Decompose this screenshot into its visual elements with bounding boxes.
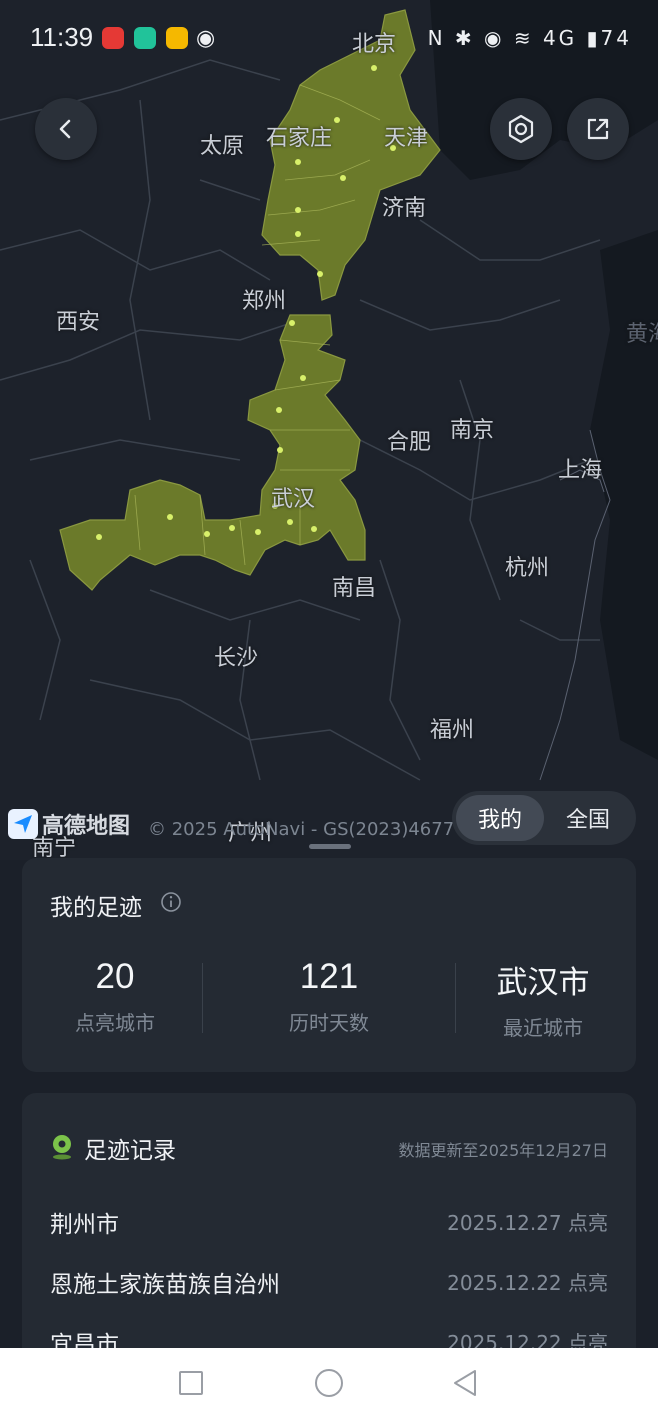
stat-value: 武汉市 [496,965,590,1001]
logo-text: 高德地图 [42,814,131,839]
drag-handle[interactable] [309,844,351,849]
city-label: 西安 [56,310,101,335]
share-icon [587,118,609,140]
city-label: 南昌 [332,576,377,601]
divider [202,963,203,1033]
summary-title: 我的足迹 [50,895,142,921]
stat-days: 121 历时天数 [229,957,429,1036]
city-label: 长沙 [214,646,259,671]
city-label: 合肥 [387,430,432,455]
stat-value: 20 [95,957,135,996]
status-time: 11:39 [30,22,94,52]
records-title: 足迹记录 [84,1138,176,1164]
scope-toggle: 我的 全国 [452,791,636,845]
app-notification-icon [166,27,188,49]
list-item[interactable]: 荆州市 2025.12.27 点亮 [22,1205,636,1265]
records-card: 足迹记录 数据更新至2025年12月27日 荆州市 2025.12.27 点亮 … [22,1093,636,1383]
city-label: 福州 [430,718,475,743]
stat-label: 历时天数 [289,1011,369,1035]
system-nav-bar [0,1348,658,1416]
chevron-left-icon [59,119,71,139]
city-label: 南京 [450,418,495,443]
record-city: 恩施土家族苗族自治州 [50,1272,280,1298]
records-updated: 数据更新至2025年12月27日 [398,1141,608,1160]
status-bar: 11:39 ◉ N ✱ ◉ ≋ 4G ▮74 [0,20,658,60]
recents-square-icon[interactable] [178,1370,204,1396]
app-notification-icon [134,27,156,49]
status-icons: N ✱ ◉ ≋ 4G ▮74 [427,26,632,50]
stat-label: 最近城市 [503,1016,583,1040]
stat-value: 121 [299,957,359,996]
share-button[interactable] [567,98,629,160]
toggle-mine[interactable]: 我的 [456,795,544,841]
back-triangle-icon[interactable] [452,1369,478,1397]
list-item[interactable]: 恩施土家族苗族自治州 2025.12.22 点亮 [22,1265,636,1325]
back-button[interactable] [35,98,97,160]
city-label: 郑州 [242,289,287,314]
app-notification-icon [102,27,124,49]
record-city: 荆州市 [50,1212,119,1238]
map-logo: 高德地图 [8,808,130,840]
location-pin-icon [53,1135,71,1160]
city-label: 天津 [384,126,429,151]
city-label: 太原 [200,134,245,159]
settings-button[interactable] [490,98,552,160]
city-label: 石家庄 [266,126,333,151]
map-copyright: © 2025 AutoNavi - GS(2023)4677号 [148,819,473,840]
city-label: 上海 [558,458,603,483]
sea-label: 黄海 [626,322,658,347]
stat-cities: 20 点亮城市 [15,957,215,1036]
record-date: 2025.12.22 点亮 [447,1271,608,1295]
city-label: 武汉 [271,487,316,512]
info-icon[interactable] [160,891,182,913]
record-date: 2025.12.27 点亮 [447,1211,608,1235]
amap-logo-icon [8,809,38,839]
city-label: 济南 [382,196,427,221]
stat-label: 点亮城市 [75,1011,155,1035]
toggle-nationwide[interactable]: 全国 [544,795,632,841]
stat-recent-city: 武汉市 最近城市 [443,957,643,1041]
home-circle-icon[interactable] [314,1368,344,1398]
footprint-map[interactable]: 北京 太原 石家庄 天津 济南 郑州 西安 合肥 南京 上海 武汉 南昌 杭州 … [0,0,658,860]
eye-icon: ◉ [196,26,216,51]
hexagon-settings-icon [508,114,534,144]
city-label: 杭州 [505,556,550,581]
